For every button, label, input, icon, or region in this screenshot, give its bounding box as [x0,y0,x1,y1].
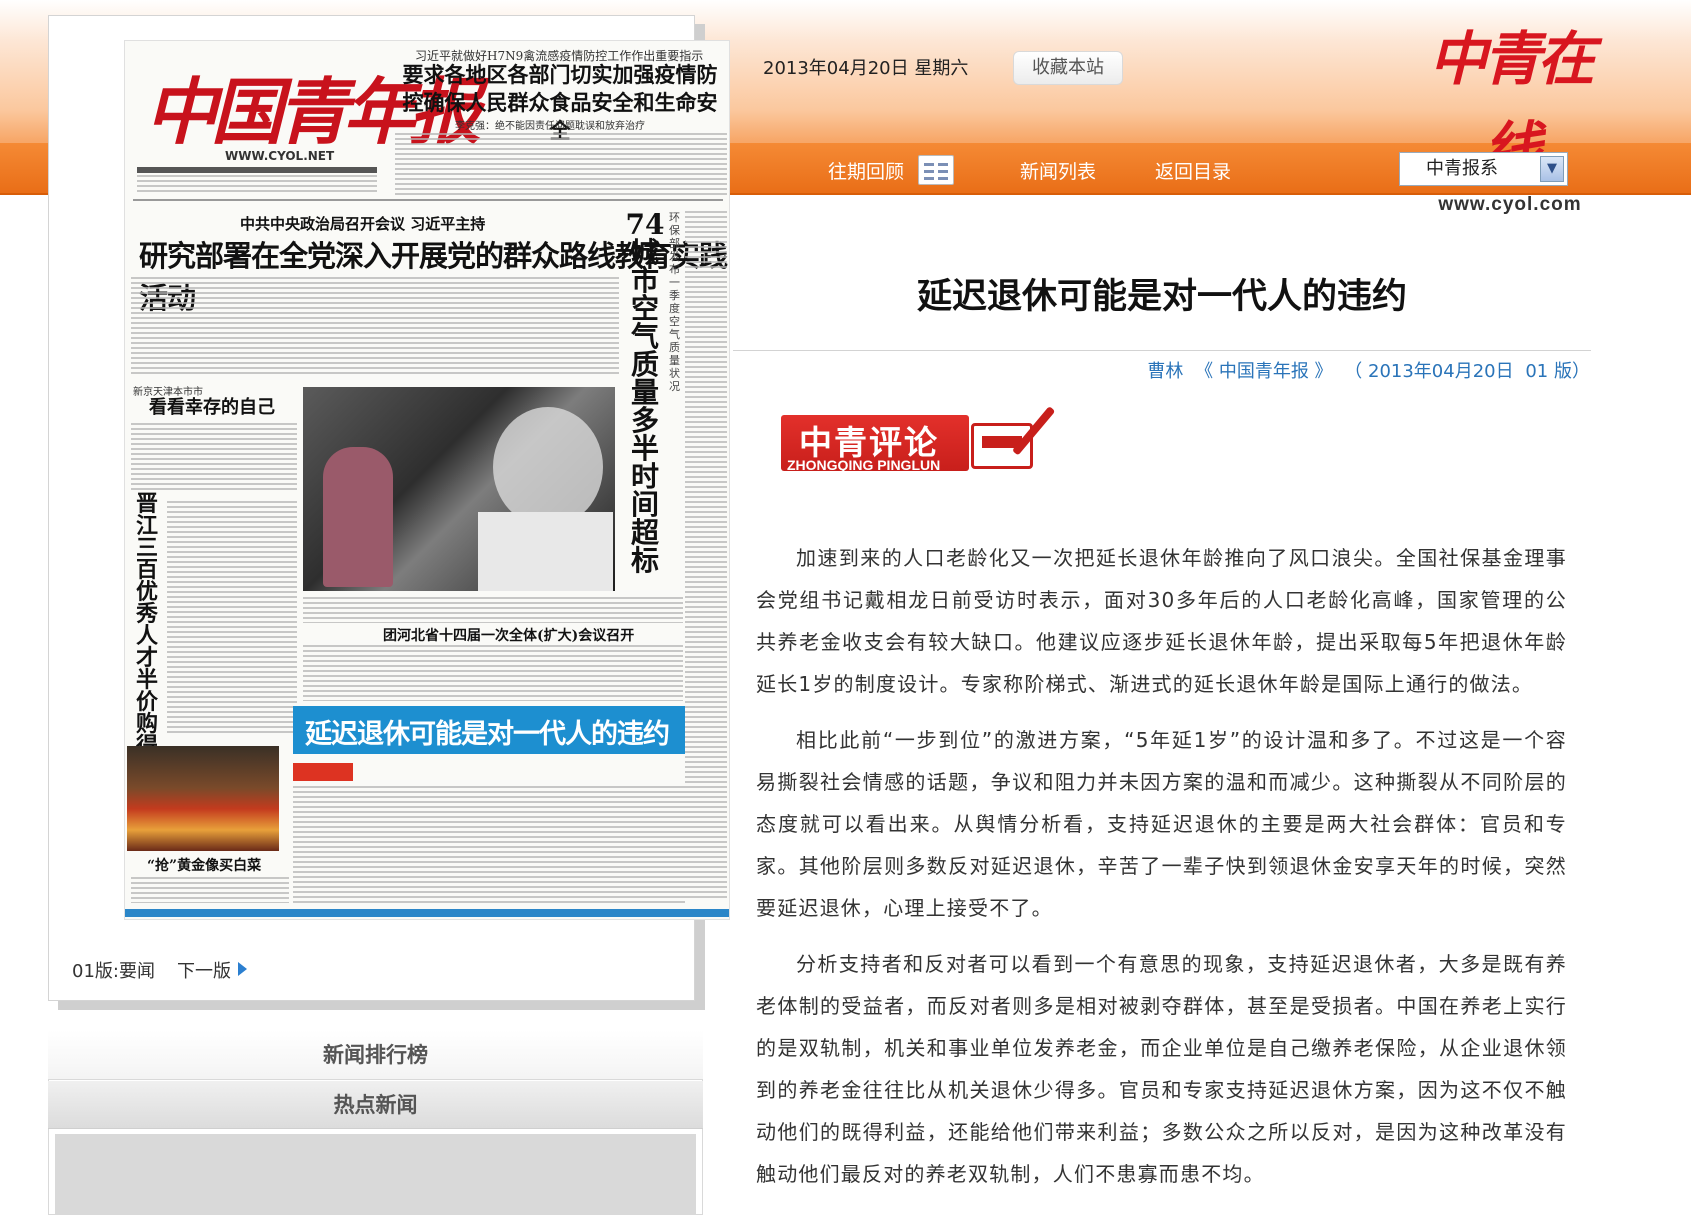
logo-pinyin: ZHONGQING PINGLUN [787,457,941,473]
small-comment-logo [293,763,353,781]
next-arrow-icon[interactable] [238,962,247,976]
byline-author[interactable]: 曹林 [1147,361,1183,382]
front-page-footer [125,909,729,917]
byline-page: 01 版） [1525,361,1590,382]
banner-headline-text: 延迟退休可能是对一代人的违约 [305,719,670,750]
zhongqing-pinglun-logo: 中青评论 ZHONGQING PINGLUN [781,395,1056,487]
side-kicker: 环保部发布一季度空气质量状况 [669,211,680,393]
masthead-rule [137,167,377,173]
calendar-grid-icon[interactable] [918,155,954,185]
side-text [685,211,727,901]
article-title: 延迟退休可能是对一代人的违约 [916,277,1407,316]
hot-news-list [55,1134,696,1215]
nav-news-list[interactable]: 新闻列表 [1020,157,1096,184]
section-rule [133,199,723,201]
nav-back-to-index[interactable]: 返回目录 [1155,157,1231,184]
photo-caption-text [303,597,683,623]
article-paragraph: 加速到来的人口老龄化又一次把延长退休年龄推向了风口浪尖。全国社保基金理事会党组书… [756,546,1567,696]
front-photo [303,387,615,591]
page: 2013年04月20日 星期六 收藏本站 中青在线 www.cyol.com 往… [0,0,1691,1215]
mid-text [303,645,683,701]
mid-headline: 团河北省十四届一次全体(扩大)会议召开 [383,628,635,644]
market-text [131,877,289,903]
nav-archive[interactable]: 往期回顾 [828,157,904,184]
header-date: 2013年04月20日 星期六 [763,58,969,79]
masthead-info [137,175,377,195]
article-byline: 曹林 《 中国青年报 》 （ 2013年04月20日 01 版） [1141,357,1590,383]
sub-headline: 看看幸存的自己 [149,397,275,418]
hot-news-tab[interactable]: 热点新闻 [48,1081,703,1129]
paper-select-value: 中青报系 [1426,158,1498,179]
logo-url: www.cyol.com [1438,194,1582,215]
front-page-image[interactable]: 中国青年报 WWW.CYOL.NET 习近平就做好H7N9禽流感疫情防控工作作出… [124,40,730,920]
newspaper-panel: 中国青年报 WWW.CYOL.NET 习近平就做好H7N9禽流感疫情防控工作作出… [48,15,730,1001]
site-logo[interactable]: 中青在线 www.cyol.com [1425,14,1595,215]
banner-headline[interactable]: 延迟退休可能是对一代人的违约 [293,706,685,754]
side-headline: 74城市空气质量多半时间超标 [625,208,665,577]
title-divider [733,350,1591,351]
section-kicker: 中共中央政治局召开会议 习近平主持 [240,215,486,233]
article-paragraph: 相比此前“一步到位”的激进方案，“5年延1岁”的设计温和多了。不过这是一个容易撕… [756,728,1567,920]
current-page-label: 01版:要闻 [72,961,155,982]
paper-select[interactable]: 中青报系 ▼ [1399,152,1568,186]
byline-source[interactable]: 《 中国青年报 》 [1195,361,1332,382]
lead-text [395,133,727,195]
market-caption: “抢”黄金像买白菜 [147,858,262,874]
market-photo [127,746,279,851]
left-text [167,501,297,736]
banner-article-text [293,786,685,904]
article-body: 加速到来的人口老龄化又一次把延长退休年龄推向了风口浪尖。全国社保基金理事会党组书… [756,537,1567,1209]
section-text [131,277,619,375]
bookmark-button[interactable]: 收藏本站 [1013,51,1123,85]
next-page-link[interactable]: 下一版 [177,957,231,983]
masthead-url: WWW.CYOL.NET [225,149,335,163]
chevron-down-icon[interactable]: ▼ [1540,156,1564,182]
ranking-title: 新闻排行榜 [48,1030,703,1080]
sub-text [131,423,297,493]
byline-date: （ 2013年04月20日 [1344,361,1514,382]
article-paragraph: 分析支持者和反对者可以看到一个有意思的现象，支持延迟退休者，大多是既有养老体制的… [756,952,1567,1186]
lead-subheadline: 李克强：绝不能因责任问题耽误和放弃治疗 [455,121,645,132]
